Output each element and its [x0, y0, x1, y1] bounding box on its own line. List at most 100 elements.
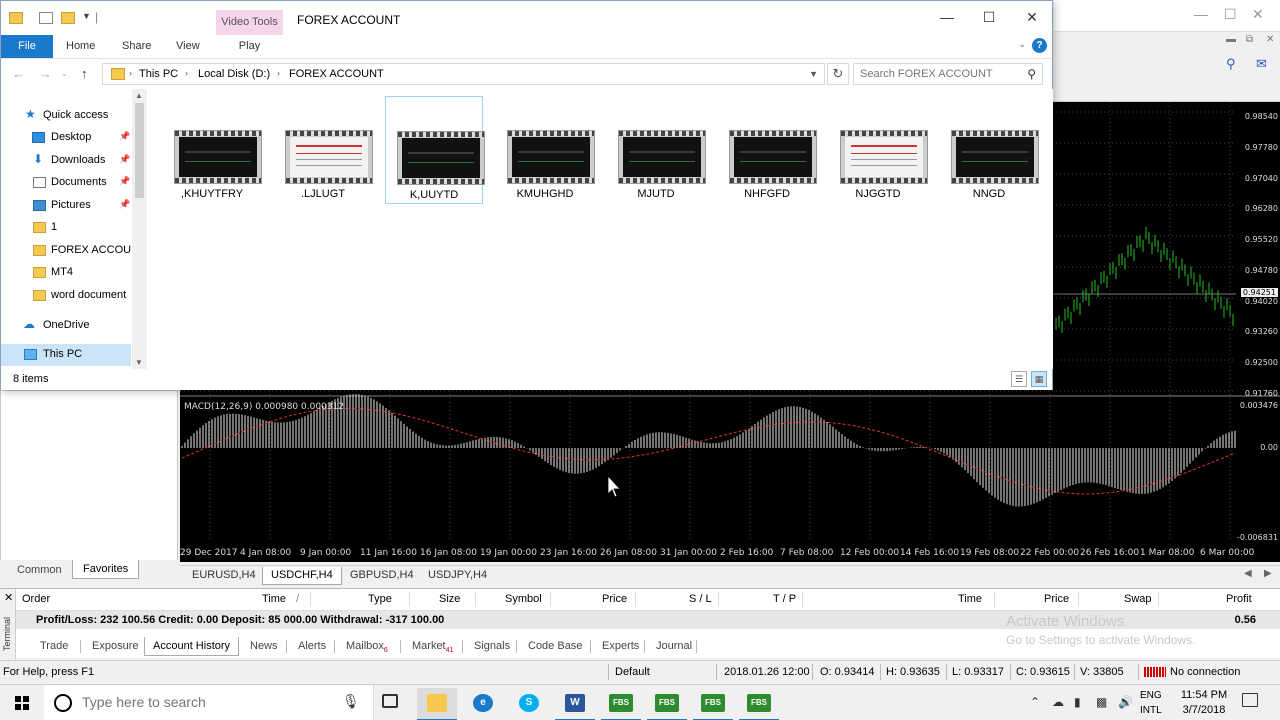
tab-exposure[interactable]: Exposure	[84, 637, 146, 656]
taskbar-search-input[interactable]	[82, 694, 322, 710]
tab-share[interactable]: Share	[122, 40, 151, 52]
file-item[interactable]: NNGD	[940, 96, 1039, 204]
chart-tab-gbpusd[interactable]: GBPUSD,H4	[342, 567, 422, 585]
properties-icon[interactable]	[39, 12, 53, 24]
nav-folder-1[interactable]: 1	[1, 217, 131, 239]
back-arrow-icon[interactable]: ←	[12, 66, 25, 81]
search-input[interactable]	[860, 65, 1020, 83]
cloud-sync-icon[interactable]: ☁	[1052, 695, 1064, 709]
column-swap[interactable]: Swap	[1124, 593, 1152, 605]
tab-file[interactable]: File	[1, 35, 53, 58]
breadcrumb-this-pc[interactable]: This PC	[139, 68, 178, 80]
fbs-icon[interactable]: FBS	[739, 688, 779, 720]
search-icon[interactable]: ⚲	[1027, 67, 1036, 81]
minimize-icon[interactable]: —	[937, 9, 957, 25]
nav-folder-forex-account[interactable]: FOREX ACCOUN	[1, 240, 131, 262]
column-time[interactable]: Time	[262, 593, 286, 605]
navigator-tab-common[interactable]: Common	[6, 560, 73, 579]
up-arrow-icon[interactable]: ↑	[81, 66, 88, 81]
breadcrumb-local-disk[interactable]: Local Disk (D:)	[198, 68, 270, 80]
network-icon[interactable]: ▩	[1096, 695, 1107, 709]
task-view-icon[interactable]	[370, 688, 410, 720]
file-item[interactable]: MJUTD	[607, 96, 706, 204]
maximize-icon[interactable]: ☐	[979, 9, 999, 26]
nav-documents[interactable]: Documents 📌	[1, 172, 131, 194]
nav-folder-word-document[interactable]: word document	[1, 285, 131, 307]
tab-home[interactable]: Home	[66, 40, 95, 52]
file-item[interactable]: NHFGFD	[718, 96, 817, 204]
help-icon[interactable]: ?	[1032, 38, 1047, 53]
column-order[interactable]: Order	[22, 593, 50, 605]
refresh-icon[interactable]: ↻	[827, 63, 849, 85]
battery-icon[interactable]: ▮	[1074, 695, 1081, 709]
file-item[interactable]: KMUHGHD	[496, 96, 595, 204]
tab-alerts[interactable]: Alerts	[290, 637, 334, 656]
details-view-icon[interactable]: ☰	[1011, 371, 1027, 387]
tab-view[interactable]: View	[176, 40, 200, 52]
chat-icon[interactable]: ✉	[1256, 56, 1267, 72]
file-item[interactable]: NJGGTD	[829, 96, 928, 204]
tab-experts[interactable]: Experts	[594, 637, 647, 656]
skype-icon[interactable]: S	[509, 688, 549, 720]
tab-trade[interactable]: Trade	[32, 637, 76, 656]
column-type[interactable]: Type	[368, 593, 392, 605]
breadcrumb-forex-account[interactable]: FOREX ACCOUNT	[289, 68, 384, 80]
show-hidden-icons-icon[interactable]: ⌃	[1030, 695, 1040, 709]
address-dropdown-icon[interactable]: ▼	[809, 69, 818, 79]
clock[interactable]: 11:54 PM 3/7/2018	[1176, 688, 1232, 718]
column-profit[interactable]: Profit	[1226, 593, 1252, 605]
column-tp[interactable]: T / P	[773, 593, 796, 605]
nav-onedrive[interactable]: ☁ OneDrive	[1, 315, 131, 337]
tab-account-history[interactable]: Account History	[144, 637, 240, 656]
fbs-icon[interactable]: FBS	[601, 688, 641, 720]
file-item[interactable]: .LJLUGT	[274, 96, 373, 204]
edge-icon[interactable]: e	[463, 688, 503, 720]
fbs-icon[interactable]: FBS	[647, 688, 687, 720]
column-symbol[interactable]: Symbol	[505, 593, 542, 605]
taskbar-search[interactable]: 🎙	[44, 685, 374, 720]
nav-desktop[interactable]: Desktop 📌	[1, 127, 131, 149]
tab-news[interactable]: News	[242, 637, 286, 656]
scroll-left-icon[interactable]: ◀	[1244, 568, 1252, 579]
tab-signals[interactable]: Signals	[466, 637, 518, 656]
minimize-icon[interactable]: —	[1194, 6, 1208, 22]
column-size[interactable]: Size	[439, 593, 460, 605]
tab-journal[interactable]: Journal	[648, 637, 700, 656]
ribbon-expand-icon[interactable]: ⌄	[1018, 39, 1026, 50]
notification-icon[interactable]	[1242, 693, 1258, 707]
cortana-icon[interactable]	[54, 694, 72, 712]
breadcrumb-separator-icon[interactable]: ›	[185, 68, 188, 78]
navigator-tab-favorites[interactable]: Favorites	[72, 560, 140, 579]
scroll-down-icon[interactable]: ▼	[135, 358, 143, 367]
fbs-icon[interactable]: FBS	[693, 688, 733, 720]
microphone-icon[interactable]: 🎙	[342, 693, 360, 710]
breadcrumb-separator-icon[interactable]: ›	[129, 68, 132, 78]
scrollbar-thumb[interactable]	[135, 103, 144, 198]
mdi-close-icon[interactable]: ✕	[1266, 34, 1274, 45]
tab-mailbox[interactable]: Mailbox6	[338, 637, 396, 656]
chart-tab-usdchf[interactable]: USDCHF,H4	[262, 567, 342, 585]
input-language[interactable]: ENG INTL	[1140, 688, 1162, 718]
mdi-minimize-icon[interactable]: ▬	[1226, 34, 1236, 45]
breadcrumb-separator-icon[interactable]: ›	[277, 68, 280, 78]
search-icon[interactable]: ⚲	[1226, 56, 1236, 72]
maximize-icon[interactable]: ☐	[1224, 6, 1237, 23]
word-icon[interactable]: W	[555, 688, 595, 720]
file-explorer-icon[interactable]	[417, 688, 457, 720]
nav-downloads[interactable]: ⬇ Downloads 📌	[1, 150, 131, 172]
tab-code-base[interactable]: Code Base	[520, 637, 590, 656]
close-icon[interactable]: ✕	[4, 591, 13, 604]
chart-tab-eurusd[interactable]: EURUSD,H4	[184, 567, 264, 585]
recent-locations-icon[interactable]: ⌄	[61, 69, 68, 78]
file-item[interactable]: ,KHUYTFRY	[163, 96, 262, 204]
search-box[interactable]: ⚲	[853, 63, 1043, 85]
new-folder-icon[interactable]	[61, 12, 75, 24]
column-price[interactable]: Price	[602, 593, 627, 605]
nav-this-pc[interactable]: This PC	[1, 344, 131, 366]
quick-access-dropdown-icon[interactable]: ▼	[82, 11, 91, 21]
address-box[interactable]: › This PC › Local Disk (D:) › FOREX ACCO…	[102, 63, 825, 85]
column-close-time[interactable]: Time	[958, 593, 982, 605]
tab-play[interactable]: Play	[216, 35, 283, 58]
nav-pictures[interactable]: Pictures 📌	[1, 195, 131, 217]
start-button[interactable]	[0, 685, 44, 720]
